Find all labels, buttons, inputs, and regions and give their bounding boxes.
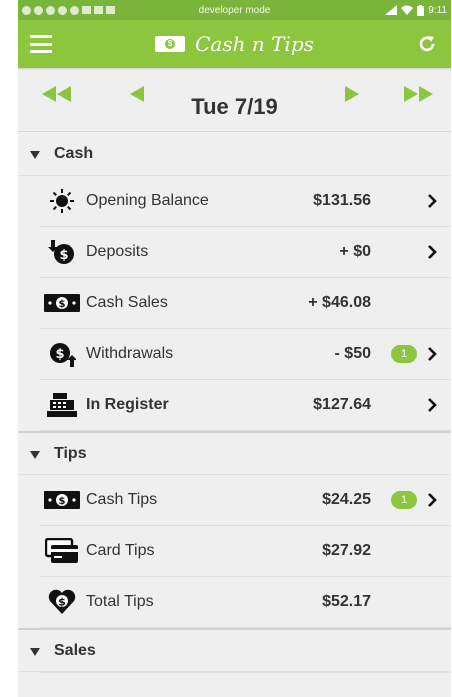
caret-down-icon	[30, 150, 40, 159]
row-cash-sales: $ Cash Sales + $46.08	[40, 278, 451, 329]
row-value: $52.17	[322, 593, 371, 610]
chevron-right-icon[interactable]	[427, 347, 437, 361]
row-value: $27.92	[322, 542, 371, 559]
section-header-sales[interactable]: Sales	[18, 628, 451, 672]
hamburger-menu-icon[interactable]	[30, 35, 52, 53]
notification-icon	[22, 5, 31, 15]
section-title: Tips	[54, 444, 87, 462]
heart-dollar-icon: $	[44, 587, 80, 617]
notification-icon	[58, 5, 67, 15]
date-navigator: Tue 7/19	[18, 68, 451, 132]
row-value: + $46.08	[308, 294, 371, 311]
cash-bill-icon: $	[44, 288, 80, 318]
section-title: Cash	[54, 144, 94, 162]
row-value: $131.56	[313, 192, 371, 209]
notification-icon	[34, 5, 43, 15]
caret-down-icon	[30, 647, 40, 656]
divider	[40, 672, 451, 673]
row-value: + $0	[339, 243, 371, 260]
notification-icon	[70, 5, 79, 15]
row-opening-balance[interactable]: Opening Balance $131.56	[40, 176, 451, 227]
app-title-group: $ Cash n Tips	[18, 20, 451, 68]
svg-text:$: $	[59, 248, 68, 263]
status-right: 9:11	[385, 4, 447, 16]
chevron-right-icon[interactable]	[427, 245, 437, 259]
row-value: $127.64	[313, 396, 371, 413]
row-label: In Register	[86, 396, 169, 413]
row-label: Cash Sales	[86, 294, 168, 311]
withdrawal-icon: $	[44, 339, 80, 369]
svg-text:$: $	[59, 496, 66, 507]
row-label: Opening Balance	[86, 192, 209, 209]
chevron-right-icon[interactable]	[427, 398, 437, 412]
deposit-icon: $	[44, 237, 80, 267]
section-header-tips[interactable]: Tips	[18, 431, 451, 475]
row-label: Withdrawals	[86, 345, 174, 362]
credit-card-icon	[44, 536, 80, 566]
double-right-arrow-icon[interactable]	[404, 86, 434, 102]
section-header-cash[interactable]: Cash	[18, 132, 451, 176]
row-withdrawals[interactable]: $ Withdrawals - $50 1	[40, 329, 451, 380]
chevron-right-icon[interactable]	[427, 194, 437, 208]
app-title: Cash n Tips	[195, 32, 314, 56]
section-title: Sales	[54, 641, 96, 659]
wifi-icon	[401, 5, 414, 15]
battery-icon	[417, 4, 425, 16]
clock-time: 9:11	[428, 4, 447, 16]
notification-icon	[46, 5, 55, 15]
row-total-tips: $ Total Tips $52.17	[40, 577, 451, 628]
row-label: Total Tips	[86, 593, 154, 610]
row-label: Card Tips	[86, 542, 155, 559]
row-label: Deposits	[86, 243, 149, 260]
status-bar: developer mode 9:11	[18, 0, 451, 20]
svg-text:$: $	[55, 347, 64, 362]
app-frame: developer mode 9:11 $ Cash n Tips Tue 7/…	[18, 0, 451, 697]
svg-text:$: $	[58, 596, 66, 609]
notification-icon	[82, 6, 91, 14]
row-cash-tips[interactable]: $ Cash Tips $24.25 1	[40, 475, 451, 526]
cash-bill-icon: $	[155, 36, 186, 52]
signal-icon	[385, 5, 398, 15]
app-bar: $ Cash n Tips	[18, 20, 451, 68]
cash-register-icon	[44, 390, 80, 420]
caret-down-icon	[30, 450, 40, 459]
notification-icon	[106, 6, 115, 14]
notification-icon	[94, 6, 103, 14]
notification-icons	[22, 5, 115, 15]
row-value: - $50	[334, 345, 371, 362]
row-label: Cash Tips	[86, 491, 158, 508]
cash-bill-icon: $	[44, 485, 80, 515]
count-badge: 1	[391, 345, 417, 363]
chevron-right-icon[interactable]	[427, 493, 437, 507]
refresh-icon[interactable]	[415, 32, 439, 56]
sun-icon	[44, 186, 80, 216]
count-badge: 1	[391, 491, 417, 509]
row-card-tips: Card Tips $27.92	[40, 526, 451, 577]
row-value: $24.25	[322, 491, 371, 508]
row-in-register[interactable]: In Register $127.64	[40, 380, 451, 431]
svg-text:$: $	[59, 299, 66, 310]
current-date: Tue 7/19	[191, 94, 278, 119]
row-deposits[interactable]: $ Deposits + $0	[40, 227, 451, 278]
right-arrow-icon[interactable]	[345, 86, 359, 102]
